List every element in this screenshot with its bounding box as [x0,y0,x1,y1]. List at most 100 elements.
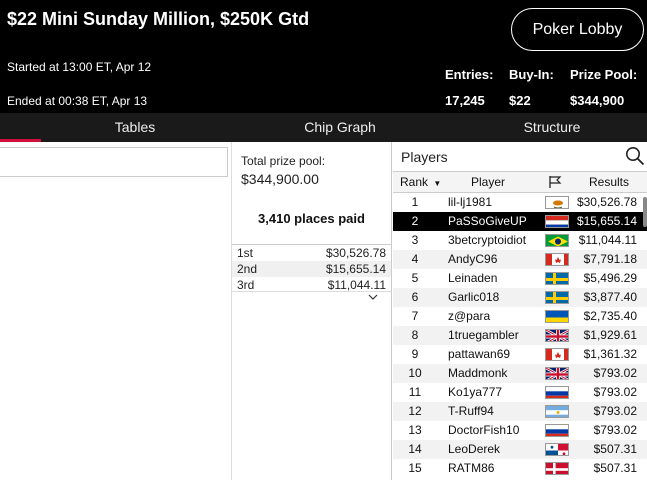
player-result: $507.31 [593,461,637,475]
uk-flag-icon [545,329,569,342]
player-row[interactable]: 7 z@para $2,735.40 [393,307,647,326]
column-country[interactable] [548,172,562,192]
player-rank: 14 [408,442,422,456]
player-row[interactable]: 12 T-Ruff94 $793.02 [393,402,647,421]
player-row[interactable]: 13 DoctorFish10 $793.02 [393,421,647,440]
payout-expand[interactable] [232,291,391,303]
player-row[interactable]: 14 LeoDerek $507.31 [393,440,647,459]
column-rank[interactable]: Rank ▼ [400,172,441,192]
player-row[interactable]: 4 AndyC96 $7,791.18 [393,250,647,269]
players-table-header: Rank ▼ Player Results [393,171,647,193]
player-rank: 2 [411,214,419,228]
cyprus-flag-icon [545,196,569,209]
player-row[interactable]: 10 Maddmonk $793.02 [393,364,647,383]
payout-row: 1st $30,526.78 [232,245,391,261]
tab-tables[interactable]: Tables [70,113,200,142]
uk-flag-icon [545,367,569,380]
player-row[interactable]: 9 pattawan69 $1,361.32 [393,345,647,364]
player-result: $5,496.29 [583,271,637,285]
column-player[interactable]: Player [471,172,505,192]
player-result: $30,526.78 [576,195,637,209]
paraguay-flag-icon [545,215,569,228]
player-name: z@para [448,309,491,323]
denmark-flag-icon [545,462,569,475]
payout-list: 1st $30,526.78 2nd $15,655.14 3rd $11,04… [232,244,391,293]
payout-amount: $30,526.78 [325,246,386,260]
buyin-value: $22 [509,93,531,108]
chevron-down-icon[interactable] [368,293,378,301]
payout-place: 3rd [237,278,255,292]
player-row[interactable]: 11 Ko1ya777 $793.02 [393,383,647,402]
player-row[interactable]: 15 RATM86 $507.31 [393,459,647,478]
prize-panel: Total prize pool: $344,900.00 3,410 plac… [232,142,392,480]
player-name: pattawan69 [448,347,511,361]
player-row[interactable]: 5 Leinaden $5,496.29 [393,269,647,288]
player-row[interactable]: 3 3betcryptoidiot $11,044.11 [393,231,647,250]
player-rank: 8 [411,328,419,342]
search-icon[interactable] [625,146,645,166]
player-name: lil-lj1981 [448,195,493,209]
player-name: 1truegambler [448,328,519,342]
players-panel: Players Rank ▼ Player Results 1 lil-lj198… [393,142,647,480]
payout-place: 2nd [237,262,258,276]
player-rank: 15 [408,461,422,475]
russia-flag-icon [545,386,569,399]
argentina-flag-icon [545,405,569,418]
ended-time: Ended at 00:38 ET, Apr 13 [7,94,148,108]
sweden-flag-icon [545,291,569,304]
canada-flag-icon [545,348,569,361]
player-rank: 1 [411,195,419,209]
player-rank: 5 [411,271,419,285]
left-panel [0,142,232,480]
player-result: $11,044.11 [578,233,637,247]
payout-row: 2nd $15,655.14 [232,261,391,277]
entries-value: 17,245 [445,93,485,108]
tab-chip-graph[interactable]: Chip Graph [275,113,405,142]
player-result: $793.02 [593,366,637,380]
player-row[interactable]: 6 Garlic018 $3,877.40 [393,288,647,307]
sort-desc-icon: ▼ [433,179,442,188]
player-name: T-Ruff94 [448,404,494,418]
prize-pool-label: Prize Pool: [570,67,638,82]
player-name: Garlic018 [448,290,500,304]
player-name: RATM86 [448,461,495,475]
player-name: 3betcryptoidiot [448,233,527,247]
payout-amount: $11,044.11 [327,278,386,292]
player-result: $793.02 [593,385,637,399]
player-name: Maddmonk [448,366,508,380]
player-rank: 12 [408,404,422,418]
player-name: DoctorFish10 [448,423,520,437]
player-rank: 10 [408,366,422,380]
tournament-header: $22 Mini Sunday Million, $250K Gtd Poker… [0,0,647,113]
buyin-label: Buy-In: [509,67,554,82]
player-rank: 6 [411,290,419,304]
table-search-input[interactable] [0,147,228,177]
places-paid: 3,410 places paid [258,211,365,226]
panama-flag-icon [545,443,569,456]
player-rank: 7 [411,309,419,323]
player-rank: 9 [411,347,419,361]
player-name: Leinaden [448,271,498,285]
poker-lobby-button[interactable]: Poker Lobby [511,8,644,51]
total-prize-pool-label: Total prize pool: [241,154,326,168]
player-row[interactable]: 8 1truegambler $1,929.61 [393,326,647,345]
tab-structure[interactable]: Structure [487,113,617,142]
scrollbar-thumb[interactable] [643,197,647,227]
player-result: $793.02 [593,404,637,418]
total-prize-pool-value: $344,900.00 [241,171,319,187]
player-result: $507.31 [593,442,637,456]
player-row[interactable]: 1 lil-lj1981 $30,526.78 [393,193,647,212]
column-rank-label: Rank [400,175,429,189]
started-time: Started at 13:00 ET, Apr 12 [7,60,152,74]
sweden-flag-icon [545,272,569,285]
player-row[interactable]: 2 PaSSoGiveUP $15,655.14 [393,212,647,231]
player-result: $793.02 [593,423,637,437]
player-result: $3,877.40 [583,290,637,304]
players-table-body: 1 lil-lj1981 $30,526.78 2 PaSSoGiveUP $15,655… [393,193,647,478]
player-rank: 3 [411,233,419,247]
payout-amount: $15,655.14 [325,262,386,276]
player-rank: 13 [408,423,422,437]
column-results[interactable]: Results [589,172,629,192]
canada-flag-icon [545,253,569,266]
flag-icon [549,176,562,188]
